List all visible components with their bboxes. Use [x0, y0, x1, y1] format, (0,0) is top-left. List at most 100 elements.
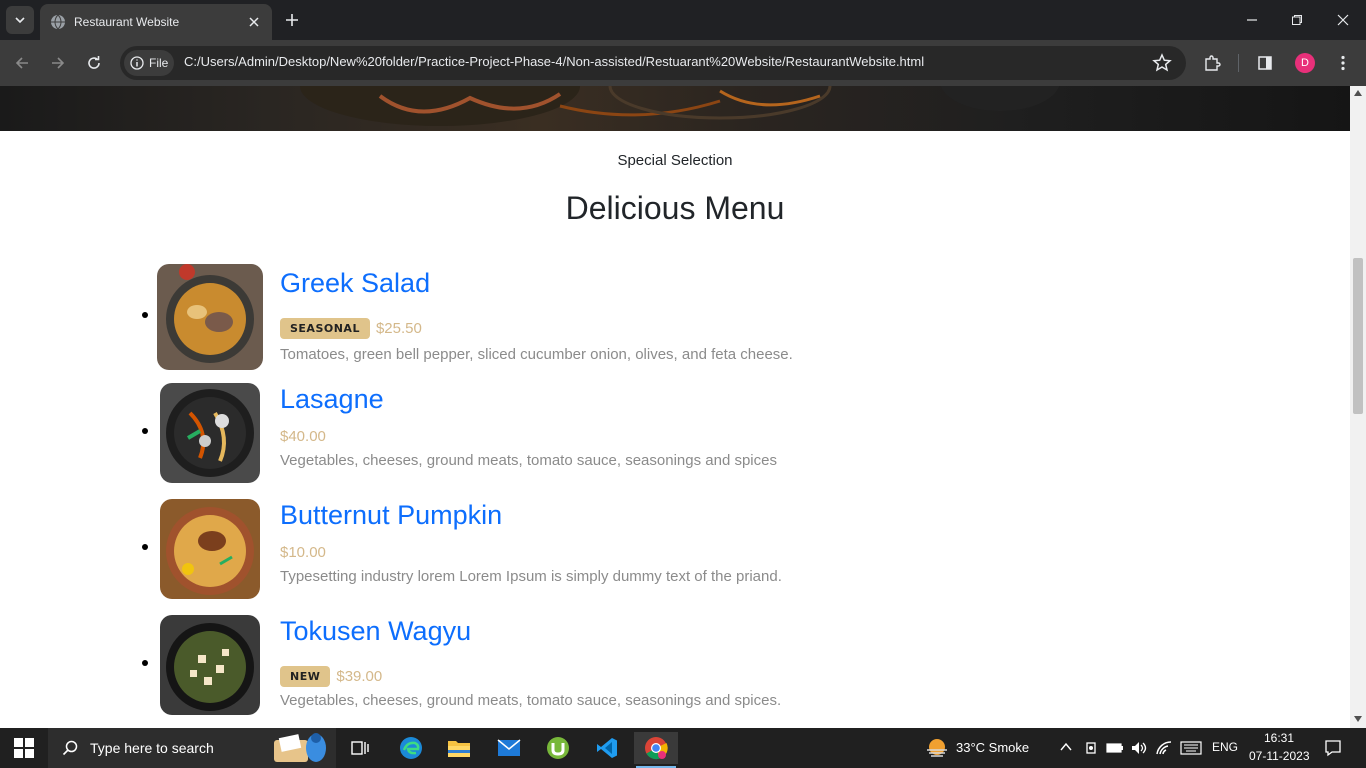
menu-item-price: $40.00	[280, 428, 326, 445]
menu-item-name[interactable]: Tokusen Wagyu	[280, 616, 471, 647]
side-panel-button[interactable]	[1253, 51, 1277, 75]
page-viewport: Special Selection Delicious Menu Greek S…	[0, 86, 1350, 728]
seasonal-badge: SEASONAL	[280, 318, 370, 339]
scroll-up-arrow-icon[interactable]	[1354, 90, 1362, 96]
menu-item-meta: SEASONAL $25.50	[280, 318, 422, 339]
utorrent-icon	[547, 737, 569, 759]
chrome-app-active[interactable]	[634, 732, 678, 768]
language-indicator[interactable]: ENG	[1212, 740, 1238, 754]
windows-start-icon[interactable]	[14, 738, 34, 758]
volume-icon[interactable]	[1130, 740, 1148, 756]
butternut-pumpkin-image	[160, 499, 260, 599]
minimize-icon	[1247, 19, 1257, 21]
address-bar[interactable]: File C:/Users/Admin/Desktop/New%20folder…	[120, 46, 1186, 80]
weather-text[interactable]: 33°C Smoke	[956, 740, 1029, 755]
food-banner-image	[300, 86, 1060, 126]
menu-button[interactable]	[1331, 51, 1355, 75]
list-bullet	[142, 544, 148, 550]
chip-label: File	[149, 56, 169, 70]
tokusen-wagyu-image	[160, 615, 260, 715]
extensions-button[interactable]	[1200, 51, 1224, 75]
reload-icon	[88, 56, 100, 69]
puzzle-icon	[1205, 55, 1221, 71]
wifi-icon[interactable]	[1155, 740, 1173, 756]
menu-item-meta: NEW $39.00	[280, 666, 382, 687]
menu-item-name[interactable]: Greek Salad	[280, 268, 430, 299]
section-subtitle: Special Selection	[617, 152, 733, 169]
search-icon	[62, 740, 78, 756]
notifications-icon[interactable]	[1324, 739, 1342, 757]
forward-button[interactable]	[46, 51, 70, 75]
menu-item-name[interactable]: Lasagne	[280, 384, 384, 415]
menu-item: Butternut Pumpkin $10.00 Typesetting ind…	[140, 498, 1040, 604]
chevron-up-icon[interactable]	[1060, 742, 1072, 752]
browser-tab-strip: Restaurant Website	[0, 0, 1366, 40]
menu-item-meta: $40.00	[280, 428, 326, 445]
tab-title: Restaurant Website	[74, 15, 180, 29]
close-icon	[1337, 14, 1349, 26]
vertical-scrollbar[interactable]	[1350, 86, 1366, 728]
vscode-icon	[597, 738, 617, 758]
scroll-down-arrow-icon[interactable]	[1354, 716, 1362, 722]
section-heading: Delicious Menu	[565, 190, 785, 226]
tab-search-button[interactable]	[6, 6, 34, 34]
kebab-menu-icon	[1341, 55, 1345, 71]
reload-button[interactable]	[82, 51, 106, 75]
toolbar-divider	[1238, 54, 1239, 72]
hero-banner-image	[0, 86, 1350, 131]
windows-taskbar: Type here to search 33°C Smoke ENG 16:31…	[0, 728, 1366, 768]
close-tab-icon[interactable]	[244, 12, 264, 32]
bookmark-star-icon[interactable]	[1151, 52, 1173, 74]
battery-icon[interactable]	[1106, 742, 1124, 754]
folder-icon	[448, 741, 470, 757]
keyboard-icon[interactable]	[1180, 741, 1202, 755]
site-info-chip[interactable]: File	[124, 50, 174, 76]
taskbar-search[interactable]: Type here to search	[48, 728, 336, 768]
menu-item-name[interactable]: Butternut Pumpkin	[280, 500, 502, 531]
menu-item-description: Typesetting industry lorem Lorem Ipsum i…	[280, 568, 782, 585]
mail-icon	[497, 739, 521, 756]
menu-item: Lasagne $40.00 Vegetables, cheeses, grou…	[140, 382, 1040, 488]
menu-item-price: $25.50	[375, 320, 422, 337]
menu-item-price: $10.00	[280, 544, 326, 561]
vscode-app[interactable]	[585, 732, 629, 764]
task-view-icon	[351, 741, 369, 755]
menu-item: Greek Salad SEASONAL $25.50 Tomatoes, gr…	[140, 264, 1040, 370]
tab-restaurant-website[interactable]: Restaurant Website	[40, 4, 272, 40]
list-bullet	[142, 312, 148, 318]
edge-app[interactable]	[389, 732, 433, 764]
mail-app[interactable]	[487, 732, 531, 764]
restore-icon	[1292, 15, 1302, 25]
search-highlight-icon	[274, 733, 326, 762]
menu-item-description: Vegetables, cheeses, ground meats, tomat…	[280, 692, 782, 709]
globe-icon	[51, 14, 65, 30]
restore-button[interactable]	[1285, 8, 1309, 32]
edge-icon	[400, 737, 422, 759]
profile-avatar[interactable]: D	[1295, 53, 1315, 73]
scrollbar-thumb[interactable]	[1353, 258, 1363, 414]
new-badge: NEW	[280, 666, 331, 687]
close-window-button[interactable]	[1331, 8, 1355, 32]
file-explorer-app[interactable]	[437, 732, 481, 764]
menu-item-meta: $10.00	[280, 544, 326, 561]
meet-now-icon[interactable]	[1084, 740, 1098, 756]
lasagne-image	[160, 383, 260, 483]
task-view-button[interactable]	[338, 732, 382, 764]
clock-date[interactable]: 07-11-2023	[1249, 749, 1310, 763]
menu-item-price: $39.00	[336, 668, 383, 685]
url-text[interactable]: C:/Users/Admin/Desktop/New%20folder/Prac…	[184, 54, 924, 69]
side-panel-icon	[1258, 56, 1272, 70]
clock-time[interactable]: 16:31	[1264, 731, 1294, 745]
search-placeholder: Type here to search	[90, 740, 214, 756]
browser-toolbar: File C:/Users/Admin/Desktop/New%20folder…	[0, 40, 1366, 86]
weather-icon[interactable]	[925, 738, 949, 758]
list-bullet	[142, 660, 148, 666]
menu-item-description: Tomatoes, green bell pepper, sliced cucu…	[280, 346, 793, 363]
arrow-left-icon	[15, 57, 28, 69]
utorrent-app[interactable]	[536, 732, 580, 764]
info-icon	[130, 56, 144, 70]
new-tab-button[interactable]	[282, 10, 302, 30]
back-button[interactable]	[10, 51, 34, 75]
chrome-icon	[645, 737, 668, 760]
minimize-button[interactable]	[1240, 8, 1264, 32]
